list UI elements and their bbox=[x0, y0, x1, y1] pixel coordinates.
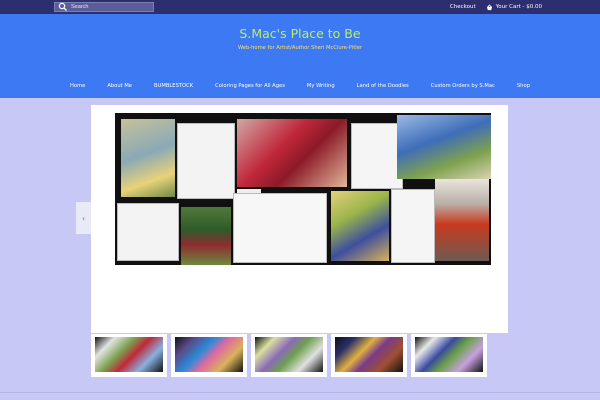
site-tagline: Web-home for Artist/Author Sheri McClure… bbox=[237, 45, 363, 51]
artwork-unicorn-sketch bbox=[233, 193, 327, 263]
slider-thumbnails bbox=[91, 334, 491, 378]
thumbnail-3[interactable] bbox=[251, 334, 327, 377]
nav-item-bumblestock[interactable]: BUMBLESTOCK bbox=[154, 83, 193, 89]
nav-item-my-writing[interactable]: My Writing bbox=[307, 83, 335, 89]
search-input[interactable] bbox=[68, 3, 151, 11]
chevron-left-icon: ‹ bbox=[81, 213, 86, 223]
artwork-lava-scene bbox=[435, 179, 489, 261]
thumbnail-3-image bbox=[255, 337, 323, 372]
search-box[interactable] bbox=[54, 2, 154, 12]
artwork-cat-sketch bbox=[351, 123, 403, 189]
thumbnail-4[interactable] bbox=[331, 334, 407, 377]
artwork-collage bbox=[115, 113, 491, 265]
nav-item-coloring-pages[interactable]: Coloring Pages for All Ages bbox=[215, 83, 285, 89]
site-title[interactable]: S.Mac's Place to Be bbox=[0, 26, 600, 41]
search-icon bbox=[58, 2, 68, 12]
checkout-link[interactable]: Checkout bbox=[450, 4, 476, 10]
footer-divider bbox=[0, 392, 600, 393]
top-bar: Checkout Your Cart - $0.00 bbox=[0, 0, 600, 14]
account-links: Checkout Your Cart - $0.00 bbox=[450, 2, 542, 12]
nav-item-land-of-the-doodles[interactable]: Land of the Doodles bbox=[357, 83, 409, 89]
thumbnail-2[interactable] bbox=[171, 334, 247, 377]
artwork-mermaid-sketch bbox=[391, 189, 435, 263]
artwork-wolf-sketch bbox=[117, 203, 179, 261]
thumbnail-2-image bbox=[175, 337, 243, 372]
cart-link[interactable]: Your Cart - $0.00 bbox=[486, 3, 542, 11]
nav-item-shop[interactable]: Shop bbox=[517, 83, 530, 89]
nav-item-home[interactable]: Home bbox=[70, 83, 85, 89]
artwork-red-dragon bbox=[237, 119, 347, 187]
main-nav: Home About Me BUMBLESTOCK Coloring Pages… bbox=[70, 80, 530, 92]
thumbnail-4-image bbox=[335, 337, 403, 372]
image-slider bbox=[91, 105, 508, 333]
artwork-fairy-color bbox=[331, 191, 389, 261]
artwork-frog-scene bbox=[397, 115, 491, 179]
artwork-owl-fairy bbox=[121, 119, 175, 197]
basket-icon bbox=[486, 3, 492, 10]
cart-label: Your Cart - $0.00 bbox=[495, 4, 542, 10]
thumbnail-1-image bbox=[95, 337, 163, 372]
artwork-fairy-sketch bbox=[177, 123, 235, 199]
nav-item-about-me[interactable]: About Me bbox=[107, 83, 132, 89]
thumbnail-5[interactable] bbox=[411, 334, 487, 377]
thumbnail-1[interactable] bbox=[91, 334, 167, 377]
slider-prev-button[interactable]: ‹ bbox=[76, 202, 91, 234]
artwork-girl-in-garden bbox=[181, 207, 231, 265]
nav-item-custom-orders[interactable]: Custom Orders by S.Mac bbox=[431, 83, 495, 89]
site-header: S.Mac's Place to Be Web-home for Artist/… bbox=[0, 14, 600, 98]
thumbnail-5-image bbox=[415, 337, 483, 372]
